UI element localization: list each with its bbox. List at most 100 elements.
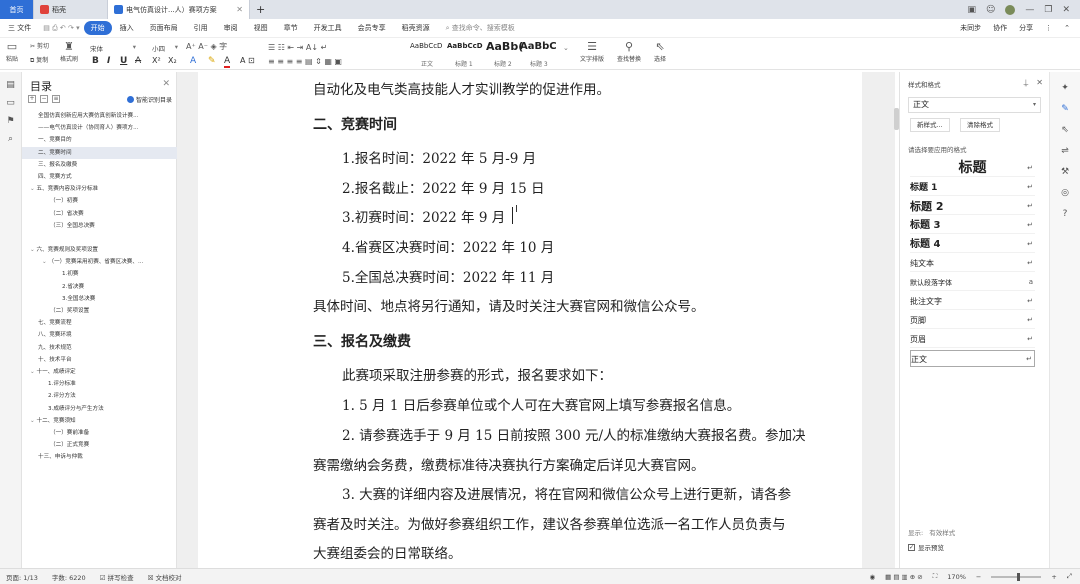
italic-icon[interactable]: I: [107, 56, 110, 66]
document-line[interactable]: 具体时间、地点将另行通知，请及时关注大赛官网和微信公众号。: [313, 299, 705, 315]
toc-item[interactable]: ⌄ 十一、成绩评定: [22, 366, 177, 378]
toc-item[interactable]: （一）初赛: [22, 195, 177, 207]
toc-item[interactable]: 3.全国总决赛: [22, 293, 177, 305]
document-heading[interactable]: 二、竞赛时间: [313, 117, 397, 133]
zoom-slider[interactable]: [991, 572, 1042, 581]
document-line[interactable]: 5.全国总决赛时间：2022 年 11 月: [342, 270, 554, 286]
toc-item[interactable]: 全国仿真创新应用大赛仿真创新设计赛...: [22, 110, 177, 122]
document-line[interactable]: 2.报名截止：2022 年 9 月 15 日: [342, 181, 544, 197]
toc-item[interactable]: 十三、申诉与仲裁: [22, 451, 177, 463]
word-count[interactable]: 字数: 6220: [52, 572, 86, 582]
document-heading[interactable]: 三、报名及缴费: [313, 334, 411, 350]
document-line[interactable]: 4.省赛区决赛时间：2022 年 10 月: [342, 240, 554, 256]
expand-all-icon[interactable]: +: [28, 95, 36, 103]
toc-item[interactable]: ⌄ 十二、竞赛须知: [22, 415, 177, 427]
sparkle-icon[interactable]: ✦: [1060, 83, 1070, 93]
style-preview-heading3[interactable]: AaBbC: [520, 41, 557, 52]
folder-icon[interactable]: ▭: [6, 98, 16, 108]
style-preview-normal[interactable]: AaBbCcD: [410, 42, 442, 50]
toc-item[interactable]: 八、竞赛环境: [22, 329, 177, 341]
style-item[interactable]: 标题 4 ↵: [910, 236, 1035, 253]
copy-button[interactable]: ⧉ 复制: [30, 55, 48, 65]
menu-review[interactable]: 审阅: [216, 23, 246, 33]
close-window-button[interactable]: ✕: [1062, 5, 1070, 15]
find-replace-button[interactable]: ⚲ 查找替换: [617, 41, 641, 64]
menu-developer[interactable]: 开发工具: [306, 23, 350, 33]
menu-member[interactable]: 会员专享: [350, 23, 394, 33]
level-icon[interactable]: ≡: [52, 95, 60, 103]
search-command-input[interactable]: ⌕ 查找命令、搜索模板: [438, 23, 523, 33]
style-item[interactable]: 正文 ↵: [910, 350, 1035, 367]
tab-home[interactable]: 首页: [0, 0, 34, 19]
superscript-icon[interactable]: X²: [152, 56, 161, 65]
style-item[interactable]: 标题 3 ↵: [910, 217, 1035, 234]
toc-item[interactable]: （二）奖项设置: [22, 305, 177, 317]
show-styles-select[interactable]: 显示: 有效样式: [908, 527, 955, 537]
menu-docer-resources[interactable]: 稻壳资源: [394, 23, 438, 33]
collaborate-button[interactable]: 协作: [993, 23, 1007, 33]
user-icon[interactable]: ☺: [986, 5, 995, 15]
avatar[interactable]: [1005, 4, 1016, 15]
menu-home[interactable]: 开始: [83, 21, 112, 35]
tools-icon[interactable]: ⚒: [1060, 167, 1070, 177]
menu-insert[interactable]: 插入: [112, 23, 142, 33]
style-gallery-expand-icon[interactable]: ⌄: [563, 44, 569, 52]
pin-icon[interactable]: ⍊: [1023, 78, 1028, 88]
style-item[interactable]: 纯文本 ↵: [910, 255, 1035, 272]
unsynced-button[interactable]: 未同步: [960, 23, 981, 33]
toc-item[interactable]: 1.评分标准: [22, 378, 177, 390]
text-layout-button[interactable]: ☰ 文字排版: [580, 41, 604, 64]
toc-item[interactable]: ⌄ （一）竞赛采用初赛、省赛区决赛、...: [22, 256, 177, 268]
document-line[interactable]: 1. 5 月 1 日后参赛单位或个人可在大赛官网上填写参赛报名信息。: [342, 398, 740, 414]
toc-item[interactable]: 3.成绩评分与产生方法: [22, 403, 177, 415]
document-line[interactable]: 此赛项采取注册参赛的形式，报名要求如下：: [342, 368, 612, 384]
style-preview-heading2[interactable]: AaBb(: [486, 40, 523, 53]
style-pen-icon[interactable]: ✎: [1060, 104, 1070, 114]
cut-button[interactable]: ✂ 剪切: [30, 41, 49, 50]
menu-section[interactable]: 章节: [276, 23, 306, 33]
toc-item[interactable]: 二、竞赛时间: [22, 146, 177, 159]
zoom-level[interactable]: 170%: [947, 573, 966, 581]
highlight-icon[interactable]: ✎: [208, 56, 216, 66]
document-line[interactable]: 2. 请参赛选手于 9 月 15 日前按照 300 元/人的标准缴纳大赛报名费。…: [342, 428, 806, 444]
help-icon[interactable]: ?: [1060, 209, 1070, 219]
font-size-select[interactable]: 小四 ▾: [152, 43, 178, 53]
text-effect-icon[interactable]: A: [190, 56, 196, 66]
style-item[interactable]: 页脚 ↵: [910, 312, 1035, 329]
fullscreen-icon[interactable]: ⤢: [1067, 572, 1072, 581]
zoom-slider-thumb[interactable]: [1017, 572, 1021, 581]
adjust-icon[interactable]: ⇌: [1060, 146, 1070, 156]
bookmark-icon[interactable]: ⚑: [6, 116, 16, 126]
new-tab-button[interactable]: +: [250, 0, 271, 19]
page-count[interactable]: 页面: 1/13: [6, 572, 38, 582]
underline-icon[interactable]: U: [120, 56, 127, 66]
proofread-button[interactable]: ☒ 文档校对: [148, 572, 182, 582]
more-icon[interactable]: ⋮: [1045, 24, 1052, 32]
select-button[interactable]: ⇖ 选择: [654, 41, 666, 64]
toc-item[interactable]: 十、技术平台: [22, 354, 177, 366]
toc-item[interactable]: ⌄ 六、竞赛规则及奖项设置: [22, 244, 177, 256]
toc-item[interactable]: [22, 232, 177, 244]
maximize-button[interactable]: ❐: [1044, 5, 1052, 15]
strikethrough-icon[interactable]: A: [135, 56, 141, 66]
style-item[interactable]: 标题 1 ↵: [910, 179, 1035, 196]
style-preview-heading1[interactable]: AaBbCcD: [447, 42, 483, 50]
location-icon[interactable]: ◎: [1060, 188, 1070, 198]
paste-button[interactable]: ▭ 粘贴: [6, 41, 18, 64]
search-icon[interactable]: ⌕: [6, 134, 16, 144]
close-icon[interactable]: ✕: [1036, 78, 1043, 88]
pointer-icon[interactable]: ⇖: [1060, 125, 1070, 135]
toc-item[interactable]: 三、报名及缴费: [22, 159, 177, 171]
style-item[interactable]: 默认段落字体 a: [910, 274, 1035, 291]
eye-icon[interactable]: ◉: [869, 573, 875, 581]
menu-page-layout[interactable]: 页面布局: [142, 23, 186, 33]
toc-item[interactable]: （三）全国总决赛: [22, 220, 177, 232]
menu-references[interactable]: 引用: [186, 23, 216, 33]
zoom-in-icon[interactable]: +: [1051, 573, 1056, 581]
toc-item[interactable]: （二）正式竞赛: [22, 439, 177, 451]
style-item[interactable]: 页眉 ↵: [910, 331, 1035, 348]
toc-item[interactable]: （二）省决赛: [22, 208, 177, 220]
document-line[interactable]: 赛者及时关注。为做好参赛组织工作，建议各参赛单位选派一名工作人员负责与: [313, 517, 786, 533]
char-border-icon[interactable]: A ⊡: [240, 56, 255, 65]
toc-item[interactable]: 1.初赛: [22, 268, 177, 280]
